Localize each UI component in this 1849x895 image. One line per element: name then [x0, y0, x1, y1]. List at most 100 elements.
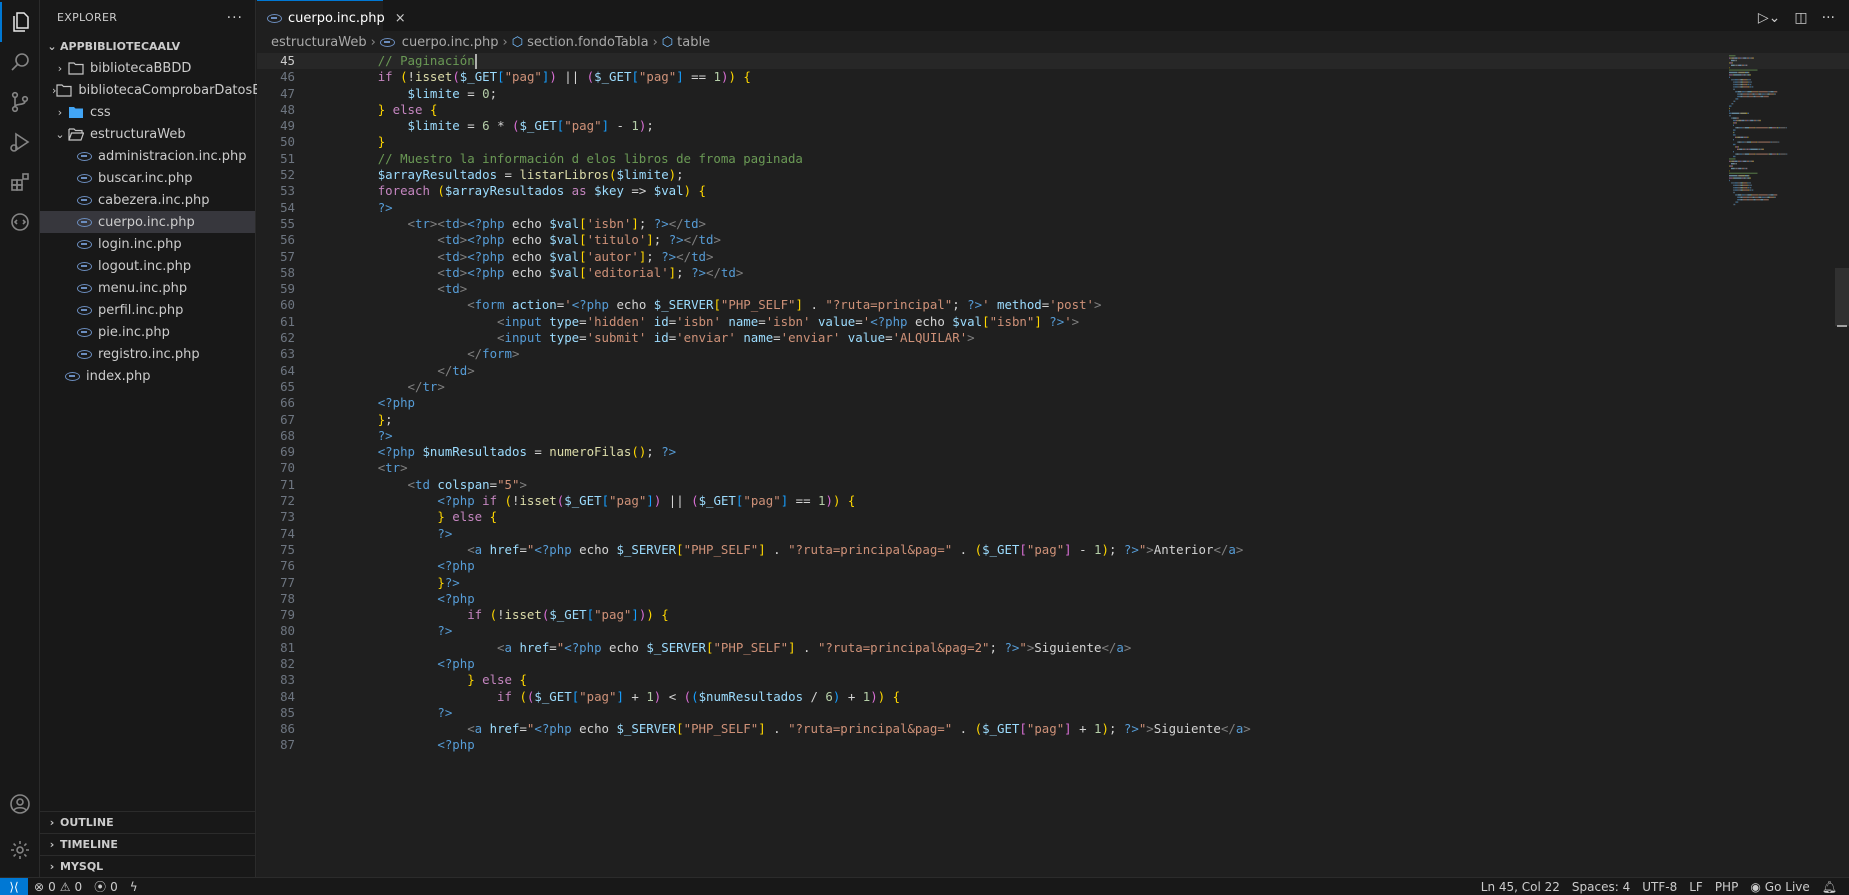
breadcrumb-file[interactable]: cuerpo.inc.php — [380, 34, 499, 50]
lightning-status[interactable]: ϟ — [124, 880, 144, 894]
tree-item[interactable]: cabezera.inc.php — [40, 189, 255, 211]
cursor-position[interactable]: Ln 45, Col 22 — [1475, 880, 1566, 894]
code-line[interactable]: 56 <td><?php echo $val['titulo']; ?></td… — [257, 232, 1849, 248]
code-line[interactable]: 80 ?> — [257, 623, 1849, 639]
code-line[interactable]: 64 </td> — [257, 363, 1849, 379]
tree-item[interactable]: buscar.inc.php — [40, 167, 255, 189]
code-line[interactable]: 53 foreach ($arrayResultados as $key => … — [257, 183, 1849, 199]
tree-item[interactable]: › bibliotecaComprobarDatosBBDD — [40, 79, 290, 101]
tree-item[interactable]: › bibliotecaBBDD — [40, 57, 255, 79]
panel-timeline[interactable]: › TIMELINE — [40, 833, 256, 855]
minimap[interactable] — [1725, 55, 1835, 215]
minimap-line — [1735, 98, 1736, 100]
breadcrumb-table[interactable]: ⬡ table — [662, 35, 710, 50]
code-line[interactable]: 70 <tr> — [257, 460, 1849, 476]
problems-status[interactable]: ⊗ 0 ⚠ 0 — [28, 880, 88, 894]
code-line[interactable]: 54 ?> — [257, 200, 1849, 216]
code-line[interactable]: 55 <tr><td><?php echo $val['isbn']; ?></… — [257, 216, 1849, 232]
code-line[interactable]: 85 ?> — [257, 705, 1849, 721]
indentation[interactable]: Spaces: 4 — [1566, 880, 1636, 894]
code-line[interactable]: 74 ?> — [257, 526, 1849, 542]
code-line[interactable]: 45 // Paginación — [257, 53, 1849, 70]
code-line[interactable]: 50 } — [257, 134, 1849, 150]
php-file-icon — [76, 214, 92, 230]
workspace-root[interactable]: ⌄ APPBIBLIOTECAALV — [40, 35, 255, 57]
code-line[interactable]: 86 <a href="<?php echo $_SERVER["PHP_SEL… — [257, 721, 1849, 737]
code-line[interactable]: 67 }; — [257, 412, 1849, 428]
tree-item[interactable]: perfil.inc.php — [40, 299, 255, 321]
code-line[interactable]: 58 <td><?php echo $val['editorial']; ?><… — [257, 265, 1849, 281]
code-line[interactable]: 68 ?> — [257, 428, 1849, 444]
more-actions-icon[interactable]: ··· — [227, 10, 243, 26]
go-live[interactable]: ◉ Go Live — [1744, 880, 1815, 894]
code-line[interactable]: 49 $limite = 6 * ($_GET["pag"] - 1); — [257, 118, 1849, 134]
tree-item[interactable]: › css — [40, 101, 255, 123]
code-line[interactable]: 81 <a href="<?php echo $_SERVER["PHP_SEL… — [257, 640, 1849, 656]
code-line[interactable]: 47 $limite = 0; — [257, 86, 1849, 102]
code-line[interactable]: 52 $arrayResultados = listarLibros($limi… — [257, 167, 1849, 183]
close-icon[interactable]: × — [395, 11, 406, 26]
encoding[interactable]: UTF-8 — [1636, 880, 1683, 894]
code-line[interactable]: 72 <?php if (!isset($_GET["pag"]) || ($_… — [257, 493, 1849, 509]
minimap-line — [1735, 83, 1738, 86]
tree-item[interactable]: login.inc.php — [40, 233, 255, 255]
panel-outline[interactable]: › OUTLINE — [40, 811, 256, 833]
code-line[interactable]: 75 <a href="<?php echo $_SERVER["PHP_SEL… — [257, 542, 1849, 558]
code-line[interactable]: 66 <?php — [257, 395, 1849, 411]
breadcrumb-section[interactable]: ⬡ section.fondoTabla — [512, 35, 649, 50]
code-line[interactable]: 76 <?php — [257, 558, 1849, 574]
code-line[interactable]: 51 // Muestro la información d elos libr… — [257, 151, 1849, 167]
tree-item[interactable]: administracion.inc.php — [40, 145, 255, 167]
code-line[interactable]: 62 <input type='submit' id='enviar' name… — [257, 330, 1849, 346]
notifications-bell-icon[interactable]: 🔔︎ — [1816, 880, 1843, 894]
code-line[interactable]: 65 </tr> — [257, 379, 1849, 395]
code-line[interactable]: 57 <td><?php echo $val['autor']; ?></td> — [257, 249, 1849, 265]
extensions-icon[interactable] — [0, 162, 40, 202]
breadcrumb-folder[interactable]: estructuraWeb — [271, 35, 367, 50]
run-debug-icon[interactable] — [0, 122, 40, 162]
tree-item[interactable]: cuerpo.inc.php — [40, 211, 255, 233]
code-editor[interactable]: 45 // Paginación 46 if (!isset($_GET["pag… — [257, 53, 1849, 877]
tree-item[interactable]: menu.inc.php — [40, 277, 255, 299]
tree-item[interactable]: logout.inc.php — [40, 255, 255, 277]
tab-cuerpo[interactable]: cuerpo.inc.php × — [257, 0, 406, 35]
remote-icon[interactable]: ⟩⟨ — [0, 877, 28, 895]
split-editor-icon[interactable]: ◫ — [1794, 10, 1807, 26]
code-token: 1 — [646, 688, 654, 704]
code-line[interactable]: 59 <td> — [257, 281, 1849, 297]
search-icon[interactable] — [0, 42, 40, 82]
code-line[interactable]: 69 <?php $numResultados = numeroFilas();… — [257, 444, 1849, 460]
code-line[interactable]: 77 }?> — [257, 575, 1849, 591]
source-control-icon[interactable] — [0, 82, 40, 122]
tree-item[interactable]: registro.inc.php — [40, 343, 255, 365]
code-line[interactable]: 46 if (!isset($_GET["pag"]) || ($_GET["p… — [257, 69, 1849, 85]
code-line[interactable]: 60 <form action='<?php echo $_SERVER["PH… — [257, 297, 1849, 313]
tree-item[interactable]: index.php — [40, 365, 255, 387]
end-of-line[interactable]: LF — [1683, 880, 1709, 894]
account-icon[interactable] — [0, 784, 40, 824]
code-line[interactable]: 83 } else { — [257, 672, 1849, 688]
code-line[interactable]: 63 </form> — [257, 346, 1849, 362]
tree-item[interactable]: pie.inc.php — [40, 321, 255, 343]
code-token: foreach — [377, 183, 430, 199]
tree-item[interactable]: ⌄ estructuraWeb — [40, 123, 255, 145]
chat-icon[interactable] — [0, 202, 40, 242]
explorer-icon[interactable] — [0, 2, 40, 42]
scrollbar-thumb[interactable] — [1835, 268, 1849, 326]
code-line[interactable]: 84 if (($_GET["pag"] + 1) < (($numResult… — [257, 689, 1849, 705]
language-mode[interactable]: PHP — [1709, 880, 1745, 894]
more-actions-icon[interactable]: ··· — [1822, 10, 1835, 26]
code-line[interactable]: 48 } else { — [257, 102, 1849, 118]
panel-mysql[interactable]: › MYSQL — [40, 855, 256, 877]
code-line[interactable]: 73 } else { — [257, 509, 1849, 525]
vertical-scrollbar[interactable] — [1835, 55, 1849, 877]
code-line[interactable]: 71 <td colspan="5"> — [257, 477, 1849, 493]
code-line[interactable]: 82 <?php — [257, 656, 1849, 672]
code-line[interactable]: 87 <?php — [257, 737, 1849, 753]
ports-status[interactable]: ⦿ 0 — [88, 878, 124, 895]
code-line[interactable]: 79 if (!isset($_GET["pag"])) { — [257, 607, 1849, 623]
run-icon[interactable]: ▷⌄ — [1758, 10, 1781, 26]
settings-gear-icon[interactable] — [0, 830, 40, 870]
code-line[interactable]: 78 <?php — [257, 591, 1849, 607]
code-line[interactable]: 61 <input type='hidden' id='isbn' name='… — [257, 314, 1849, 330]
